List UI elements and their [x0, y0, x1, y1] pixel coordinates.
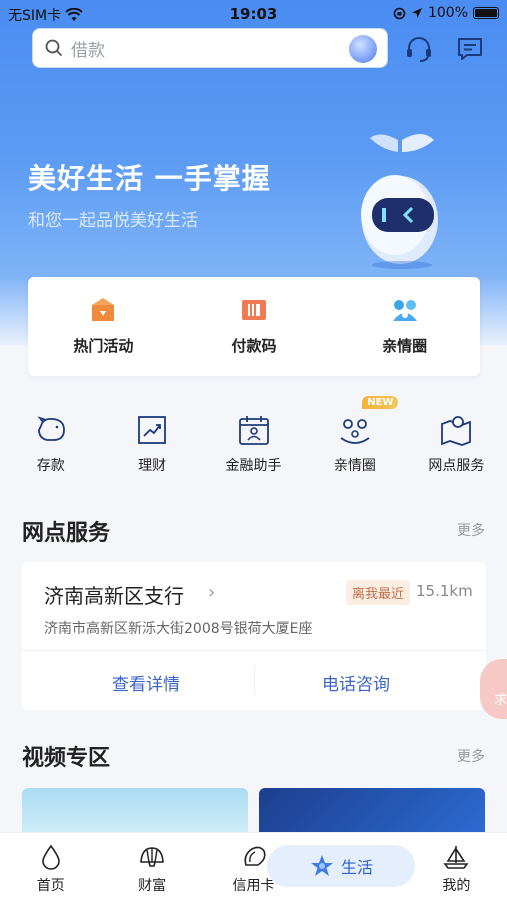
hero-title: 美好生活 一手掌握 — [28, 162, 271, 195]
shell-icon — [140, 847, 164, 867]
message-icon[interactable] — [455, 34, 485, 64]
service-family-circle[interactable]: NEW 亲情圈 — [304, 396, 405, 482]
video-card[interactable] — [259, 788, 485, 838]
tab-bar: 首页 财富 信用卡 我的 — [0, 832, 507, 900]
video-card[interactable] — [22, 788, 248, 838]
floating-side-tab-label: 求 — [494, 693, 507, 708]
phone-consult-button[interactable]: 电话咨询 — [322, 670, 390, 695]
sailboat-icon — [443, 846, 469, 869]
piggy-bank-icon — [37, 416, 65, 441]
battery-percent: 100% — [427, 5, 468, 21]
calendar-person-icon — [238, 416, 269, 445]
quick-action-hot-activity[interactable]: 热门活动 — [28, 277, 179, 376]
tab-label: 信用卡 — [232, 878, 275, 894]
status-right: 100% — [393, 5, 499, 21]
tab-label: 生活 — [340, 858, 373, 877]
service-label: 理财 — [138, 458, 167, 474]
chart-trend-icon — [138, 416, 167, 444]
search-bar[interactable]: 借款 — [32, 28, 388, 68]
search-icon — [45, 39, 63, 57]
quick-action-label: 热门活动 — [73, 337, 134, 355]
divider — [22, 650, 486, 651]
branch-section-title: 网点服务 — [22, 521, 111, 546]
family-circle-icon — [392, 300, 417, 321]
status-bar: 无SIM卡 19:03 100% — [0, 0, 507, 28]
branch-address: 济南市高新区新泺大街2008号银荷大厦E座 — [44, 621, 313, 637]
quick-action-label: 亲情圈 — [382, 337, 428, 355]
floating-side-tab[interactable]: 求 — [480, 659, 507, 719]
quick-action-payment-code[interactable]: 付款码 — [179, 277, 330, 376]
chevron-right-icon[interactable]: › — [208, 582, 215, 603]
map-pin-icon — [441, 416, 472, 446]
nearest-tag: 离我最近 — [346, 580, 411, 605]
branch-card: 济南高新区支行 › 离我最近 15.1km 济南市高新区新泺大街2008号银荷大… — [22, 562, 486, 710]
family-icon — [340, 419, 370, 444]
ai-assistant-icon[interactable] — [349, 35, 377, 63]
video-section-title: 视频专区 — [22, 746, 111, 771]
tab-mine[interactable]: 我的 — [406, 833, 507, 900]
branch-name[interactable]: 济南高新区支行 — [44, 580, 184, 609]
service-label: 存款 — [36, 458, 65, 474]
branch-distance: 15.1km — [416, 582, 473, 600]
tab-label: 财富 — [138, 878, 167, 894]
service-wealth[interactable]: 理财 — [101, 402, 202, 482]
service-deposit[interactable]: 存款 — [0, 402, 101, 482]
branch-more-link[interactable]: 更多 — [457, 520, 485, 540]
rotation-lock-icon — [393, 7, 406, 19]
service-finance-assistant[interactable]: 金融助手 — [203, 402, 304, 482]
service-label: 亲情圈 — [333, 458, 376, 474]
conch-icon — [243, 846, 266, 866]
service-label: 网点服务 — [428, 458, 485, 474]
location-arrow-icon — [411, 8, 422, 18]
quick-action-family-circle[interactable]: 亲情圈 — [329, 277, 480, 376]
hot-activity-icon — [92, 298, 115, 321]
tab-wealth[interactable]: 财富 — [101, 833, 202, 900]
mascot-robot-icon — [361, 134, 438, 269]
payment-code-icon — [242, 300, 266, 320]
hero-subtitle: 和您一起品悦美好生活 — [28, 211, 198, 231]
tab-label: 首页 — [36, 878, 65, 894]
headset-icon[interactable] — [404, 34, 434, 64]
home-drop-icon — [41, 844, 60, 870]
search-input[interactable]: 借款 — [71, 36, 105, 61]
video-more-link[interactable]: 更多 — [457, 746, 485, 766]
quick-action-label: 付款码 — [231, 337, 277, 355]
tab-home[interactable]: 首页 — [0, 833, 101, 900]
tab-life[interactable]: 生活 — [267, 845, 415, 887]
new-badge: NEW — [362, 396, 399, 409]
quick-actions-card: 热门活动 付款码 亲情圈 — [28, 277, 480, 376]
view-details-button[interactable]: 查看详情 — [112, 670, 180, 695]
service-grid: 存款 理财 金融助手 NEW 亲情圈 网点服务 — [0, 396, 507, 482]
divider — [254, 666, 255, 694]
service-branch[interactable]: 网点服务 — [406, 402, 507, 482]
battery-icon — [473, 7, 499, 19]
service-label: 金融助手 — [225, 458, 282, 474]
tab-label: 我的 — [442, 878, 471, 894]
star-icon — [310, 855, 333, 876]
